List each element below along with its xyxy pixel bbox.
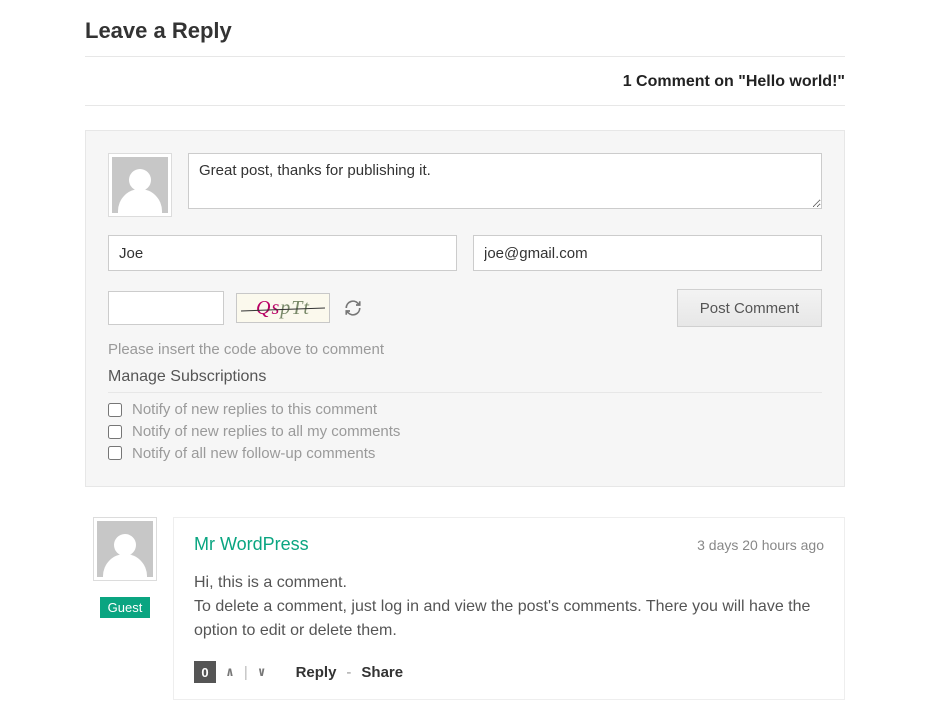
captcha-text-part2: pTt — [280, 297, 310, 320]
vote-separator: | — [244, 664, 248, 681]
vote-count: 0 — [194, 661, 216, 683]
comment-text: Hi, this is a comment. To delete a comme… — [194, 571, 824, 643]
post-comment-button[interactable]: Post Comment — [677, 289, 822, 327]
subscribe-label-1: Notify of new replies to this comment — [132, 399, 377, 421]
comment-item: Guest Mr WordPress 3 days 20 hours ago H… — [85, 517, 845, 700]
captcha-text-part1: Qs — [256, 297, 280, 320]
upvote-button[interactable]: ∧ — [226, 665, 234, 680]
subscribe-checkbox-3[interactable] — [108, 446, 122, 460]
reply-form: QspTt Post Comment Please insert the cod… — [85, 130, 845, 487]
reply-button[interactable]: Reply — [296, 664, 337, 681]
avatar-placeholder-icon — [97, 521, 153, 577]
subscribe-option-my-comments[interactable]: Notify of new replies to all my comments — [108, 421, 822, 443]
name-input[interactable] — [108, 235, 457, 271]
subscription-options: Notify of new replies to this comment No… — [108, 399, 822, 464]
form-avatar — [108, 153, 172, 217]
comment-line-2: To delete a comment, just log in and vie… — [194, 598, 810, 639]
downvote-button[interactable]: ∨ — [258, 665, 266, 680]
subscribe-label-3: Notify of all new follow-up comments — [132, 443, 375, 465]
captcha-input[interactable] — [108, 291, 224, 325]
comment-line-1: Hi, this is a comment. — [194, 574, 347, 591]
avatar-placeholder-icon — [112, 157, 168, 213]
subscribe-checkbox-1[interactable] — [108, 403, 122, 417]
captcha-image: QspTt — [236, 293, 330, 323]
comment-timestamp: 3 days 20 hours ago — [697, 537, 824, 553]
comment-textarea[interactable] — [188, 153, 822, 209]
guest-badge: Guest — [100, 597, 151, 618]
manage-subscriptions-heading: Manage Subscriptions — [108, 368, 822, 393]
captcha-hint: Please insert the code above to comment — [108, 341, 822, 358]
subscribe-label-2: Notify of new replies to all my comments — [132, 421, 400, 443]
commenter-avatar — [93, 517, 157, 581]
subscribe-option-all-followups[interactable]: Notify of all new follow-up comments — [108, 443, 822, 465]
footer-separator: - — [346, 664, 351, 681]
email-input[interactable] — [473, 235, 822, 271]
subscribe-checkbox-2[interactable] — [108, 425, 122, 439]
page-title: Leave a Reply — [85, 18, 845, 44]
comment-author-link[interactable]: Mr WordPress — [194, 534, 309, 555]
subscribe-option-this-comment[interactable]: Notify of new replies to this comment — [108, 399, 822, 421]
share-button[interactable]: Share — [361, 664, 403, 681]
comment-count: 1 Comment on "Hello world!" — [85, 57, 845, 106]
refresh-icon[interactable] — [342, 297, 364, 319]
